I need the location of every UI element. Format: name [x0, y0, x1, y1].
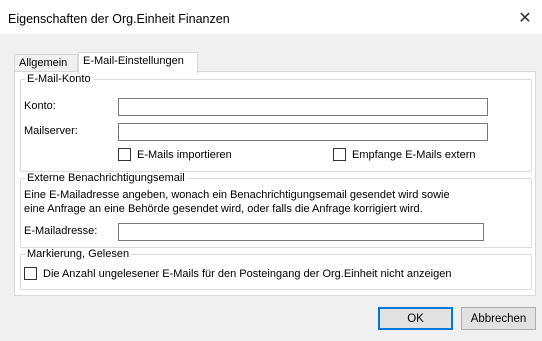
hide-unread-count-label: Die Anzahl ungelesener E-Mails für den P…	[43, 267, 452, 280]
tab-email-settings[interactable]: E-Mail-Einstellungen	[78, 52, 198, 73]
account-input[interactable]	[118, 98, 488, 116]
checkbox-icon	[333, 148, 346, 161]
group-external-notification: Externe Benachrichtigungsemail Eine E-Ma…	[20, 172, 532, 248]
import-emails-checkbox[interactable]: E-Mails importieren	[118, 148, 232, 161]
group-marking-read-legend: Markierung, Gelesen	[25, 248, 132, 261]
notification-description-line2: eine Anfrage an eine Behörde gesendet wi…	[24, 203, 423, 215]
mailserver-input[interactable]	[118, 123, 488, 141]
group-email-account: E-Mail-Konto Konto: Mailserver: E-Mails …	[20, 73, 532, 172]
email-address-input[interactable]	[118, 223, 484, 241]
dialog-client-area: Allgemein E-Mail-Einstellungen E-Mail-Ko…	[0, 34, 542, 341]
close-button[interactable]: ✕	[510, 6, 540, 30]
hide-unread-count-checkbox[interactable]: Die Anzahl ungelesener E-Mails für den P…	[24, 267, 451, 280]
account-label: Konto:	[24, 100, 56, 112]
email-address-label: E-Mailadresse:	[24, 225, 98, 237]
receive-external-label: Empfange E-Mails extern	[352, 148, 476, 161]
notification-description-line1: Eine E-Mailadresse angeben, wonach ein B…	[24, 189, 450, 201]
tab-allgemein[interactable]: Allgemein	[14, 54, 78, 72]
import-emails-label: E-Mails importieren	[137, 148, 232, 161]
checkbox-icon	[24, 267, 37, 280]
group-marking-read: Markierung, Gelesen Die Anzahl ungelesen…	[20, 248, 532, 290]
checkbox-icon	[118, 148, 131, 161]
properties-dialog: Eigenschaften der Org.Einheit Finanzen ✕…	[0, 0, 542, 341]
window-title: Eigenschaften der Org.Einheit Finanzen	[8, 12, 230, 26]
tab-panel-email-settings: E-Mail-Konto Konto: Mailserver: E-Mails …	[14, 71, 536, 296]
receive-external-checkbox[interactable]: Empfange E-Mails extern	[333, 148, 476, 161]
group-external-notification-legend: Externe Benachrichtigungsemail	[25, 172, 187, 185]
title-bar: Eigenschaften der Org.Einheit Finanzen ✕	[0, 0, 542, 34]
close-icon: ✕	[518, 10, 532, 27]
group-email-account-legend: E-Mail-Konto	[25, 73, 93, 86]
mailserver-label: Mailserver:	[24, 125, 78, 137]
cancel-button[interactable]: Abbrechen	[461, 307, 536, 330]
ok-button[interactable]: OK	[378, 307, 453, 330]
